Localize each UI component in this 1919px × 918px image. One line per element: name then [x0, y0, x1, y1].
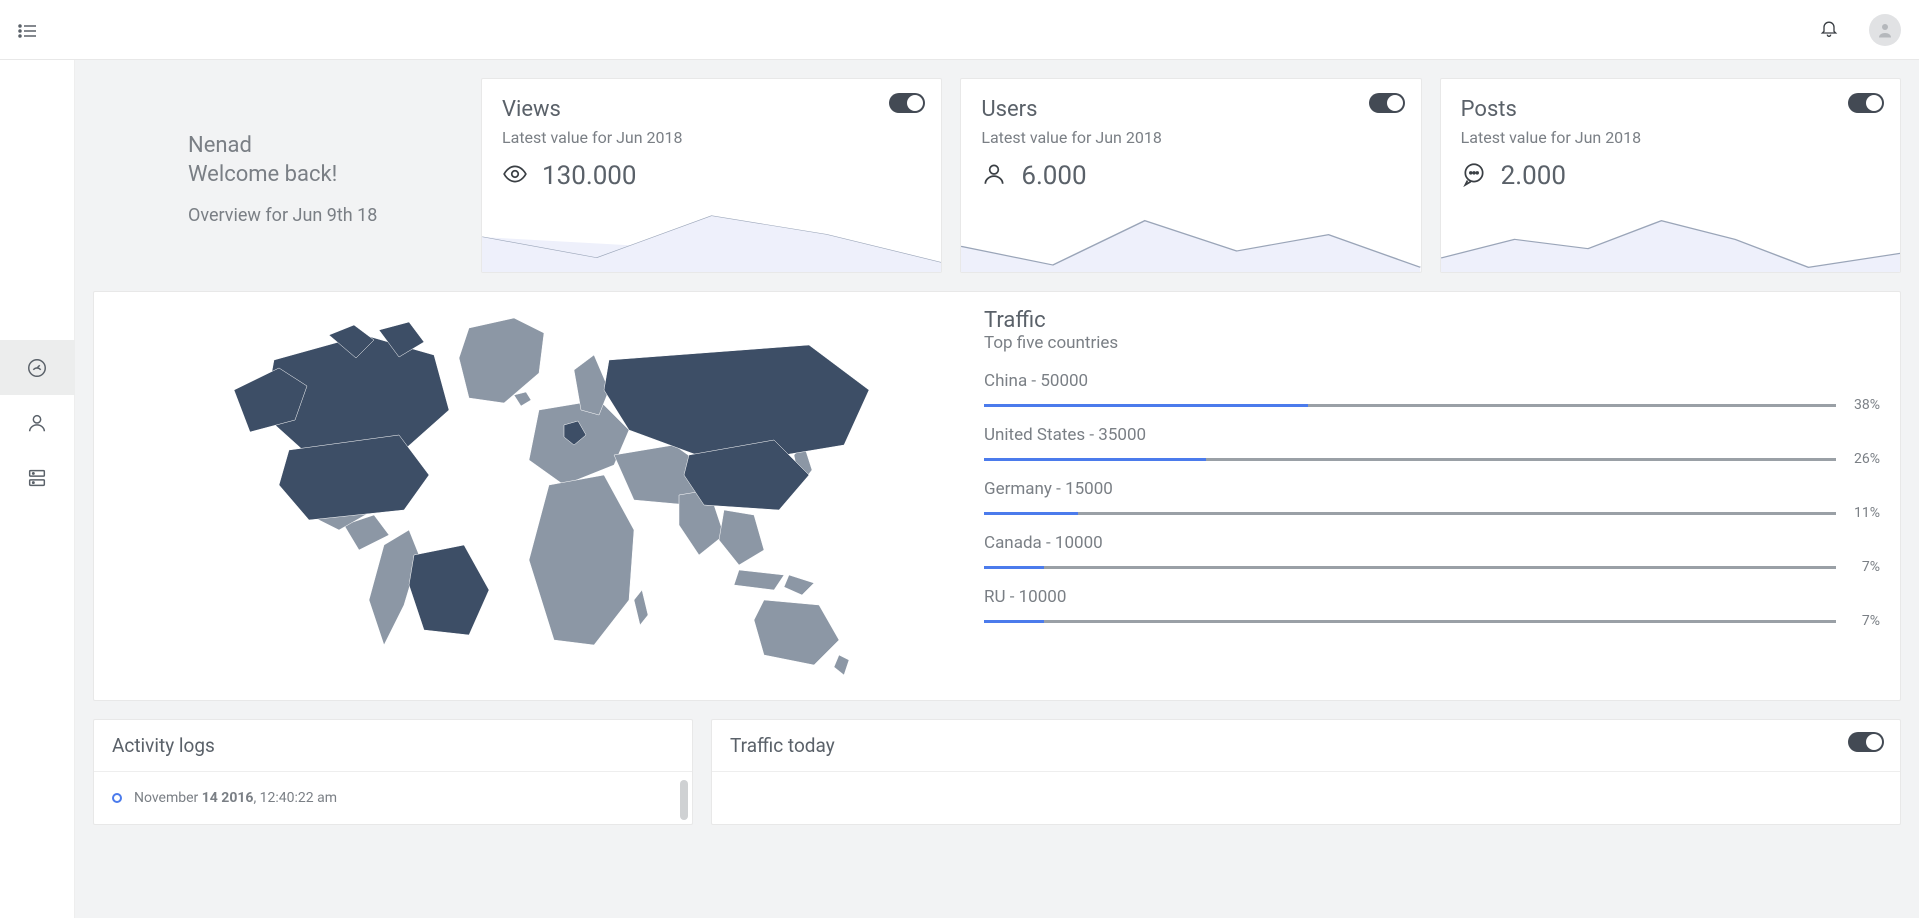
users-subtitle: Latest value for Jun 2018: [981, 128, 1400, 147]
views-title: Views: [502, 97, 921, 122]
posts-toggle[interactable]: [1848, 93, 1884, 113]
country-bar: [984, 512, 1836, 515]
country-bar: [984, 620, 1836, 623]
activity-log-row: November 14 2016, 12:40:22 am: [112, 790, 674, 806]
country-row: Canada - 10000 7%: [984, 533, 1880, 575]
stat-card-users: Users Latest value for Jun 2018 6.000: [960, 78, 1421, 273]
posts-sparkline: [1441, 202, 1900, 272]
country-pct: 7%: [1846, 613, 1880, 629]
avatar[interactable]: [1869, 14, 1901, 46]
users-sparkline: [961, 202, 1420, 272]
posts-subtitle: Latest value for Jun 2018: [1461, 128, 1880, 147]
user-icon: [981, 161, 1007, 191]
country-row: Germany - 15000 11%: [984, 479, 1880, 521]
content: Nenad Welcome back! Overview for Jun 9th…: [75, 60, 1919, 918]
country-pct: 11%: [1846, 505, 1880, 521]
world-map[interactable]: [114, 300, 964, 680]
country-bar: [984, 566, 1836, 569]
country-pct: 7%: [1846, 559, 1880, 575]
traffic-today-title: Traffic today: [730, 734, 835, 757]
traffic-card: Traffic Top five countries China - 50000…: [93, 291, 1901, 701]
country-row: United States - 35000 26%: [984, 425, 1880, 467]
country-pct: 26%: [1846, 451, 1880, 467]
welcome-block: Nenad Welcome back! Overview for Jun 9th…: [93, 78, 463, 273]
users-toggle[interactable]: [1369, 93, 1405, 113]
posts-value: 2.000: [1501, 161, 1566, 191]
traffic-today-toggle[interactable]: [1848, 732, 1884, 752]
sidebar-item-dashboard[interactable]: [0, 340, 75, 395]
country-label: RU - 10000: [984, 587, 1880, 607]
users-value: 6.000: [1021, 161, 1086, 191]
traffic-title: Traffic: [984, 308, 1880, 333]
country-label: Germany - 15000: [984, 479, 1880, 499]
scrollbar[interactable]: [680, 780, 688, 820]
views-sparkline: [482, 202, 941, 272]
country-row: China - 50000 38%: [984, 371, 1880, 413]
log-timestamp: November 14 2016, 12:40:22 am: [134, 790, 337, 806]
activity-title: Activity logs: [94, 720, 692, 772]
stat-card-posts: Posts Latest value for Jun 2018: [1440, 78, 1901, 273]
traffic-today-card: Traffic today: [711, 719, 1901, 825]
sidebar-item-server[interactable]: [0, 450, 75, 505]
traffic-subtitle: Top five countries: [984, 333, 1880, 353]
activity-card: Activity logs November 14 2016, 12:40:22…: [93, 719, 693, 825]
log-dot-icon: [112, 793, 122, 803]
country-bar: [984, 404, 1836, 407]
sidebar-item-user[interactable]: [0, 395, 75, 450]
country-label: China - 50000: [984, 371, 1880, 391]
users-title: Users: [981, 97, 1400, 122]
welcome-greeting: Welcome back!: [188, 162, 463, 187]
posts-title: Posts: [1461, 97, 1880, 122]
views-toggle[interactable]: [889, 93, 925, 113]
views-value: 130.000: [542, 161, 637, 191]
country-pct: 38%: [1846, 397, 1880, 413]
bell-icon[interactable]: [1819, 18, 1839, 42]
country-label: Canada - 10000: [984, 533, 1880, 553]
menu-icon[interactable]: [18, 23, 36, 37]
country-label: United States - 35000: [984, 425, 1880, 445]
chat-icon: [1461, 161, 1487, 191]
views-subtitle: Latest value for Jun 2018: [502, 128, 921, 147]
stat-card-views: Views Latest value for Jun 2018 130.000: [481, 78, 942, 273]
sidebar: [0, 60, 75, 918]
country-bar: [984, 458, 1836, 461]
country-row: RU - 10000 7%: [984, 587, 1880, 629]
eye-icon: [502, 161, 528, 191]
welcome-overview: Overview for Jun 9th 18: [188, 205, 463, 226]
welcome-name: Nenad: [188, 133, 463, 158]
topbar: [0, 0, 1919, 60]
